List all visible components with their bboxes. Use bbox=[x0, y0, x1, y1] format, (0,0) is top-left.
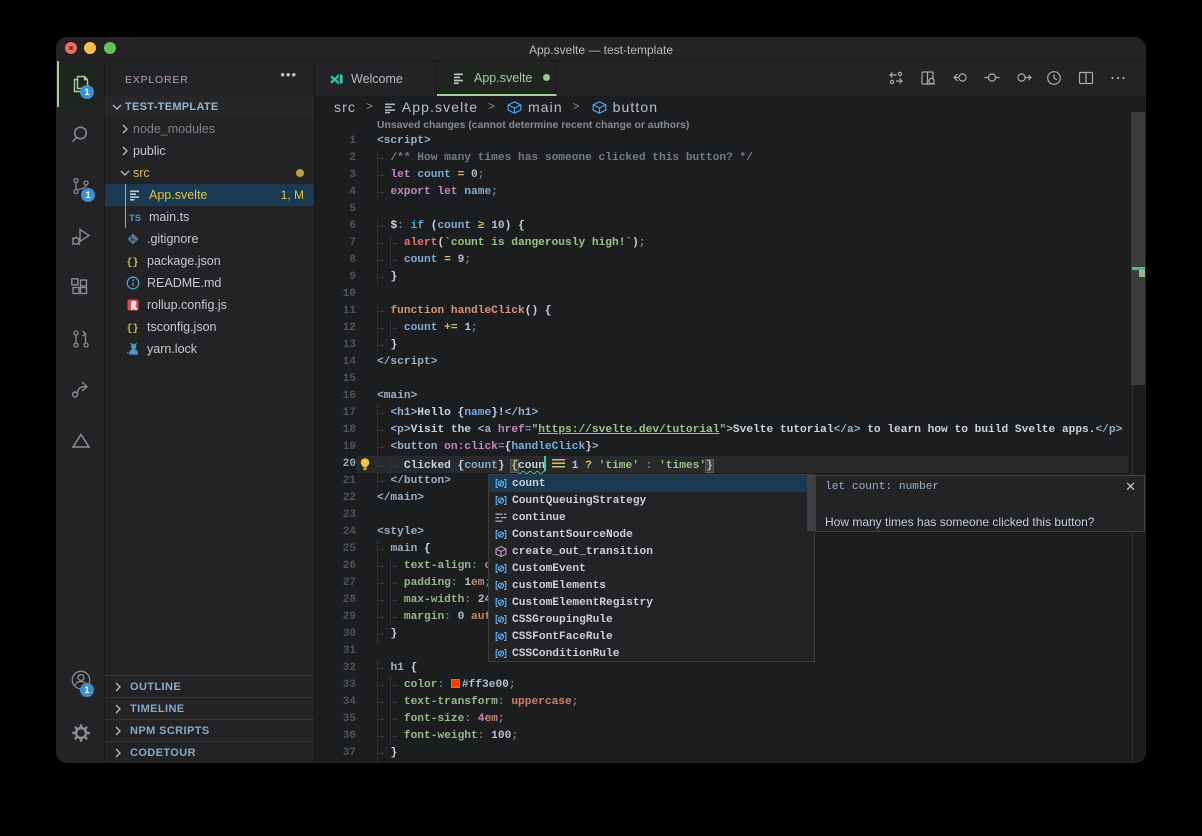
svg-text:{}: {} bbox=[127, 323, 139, 335]
svg-text:{}: {} bbox=[127, 257, 139, 269]
svg-text:TS: TS bbox=[129, 213, 141, 224]
